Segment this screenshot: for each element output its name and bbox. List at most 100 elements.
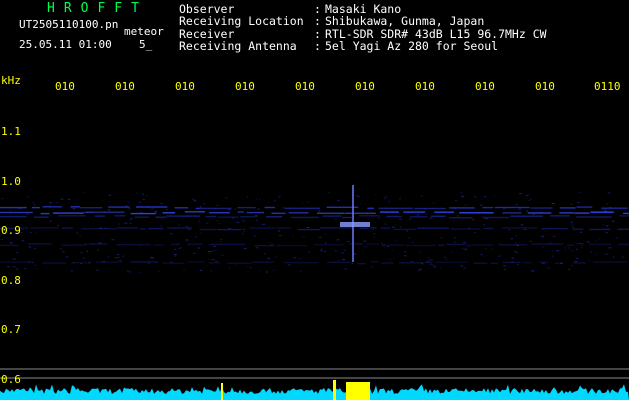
band-segment	[502, 227, 538, 229]
noise-speck	[427, 259, 430, 261]
noise-speck	[73, 202, 76, 204]
frequency-unit: kHz	[1, 74, 21, 87]
band-segment	[42, 206, 62, 208]
noise-speck	[528, 200, 530, 201]
noise-speck	[278, 196, 281, 198]
noise-speck	[515, 235, 517, 237]
noise-speck	[531, 270, 533, 272]
noise-speck	[301, 202, 303, 204]
noise-speck	[241, 233, 244, 235]
noise-speck	[59, 248, 63, 250]
noise-speck	[116, 254, 120, 256]
band-segment	[116, 243, 151, 246]
band-segment	[589, 243, 612, 245]
noise-speck	[337, 199, 340, 201]
antenna-separator: :	[314, 39, 321, 53]
band-segment	[288, 212, 309, 214]
noise-speck	[142, 193, 144, 195]
band-segment	[541, 228, 568, 230]
band-segment	[359, 215, 380, 217]
noise-speck	[197, 247, 201, 249]
noise-speck	[123, 223, 124, 225]
band-segment	[468, 244, 494, 246]
noise-speck	[343, 249, 346, 251]
band-segment	[95, 261, 123, 263]
band-segment	[576, 216, 612, 218]
noise-speck	[393, 258, 395, 260]
noise-speck	[594, 240, 597, 242]
noise-speck	[282, 207, 285, 209]
band-segment	[522, 262, 532, 264]
time-tick: 010	[475, 80, 495, 93]
noise-speck	[528, 194, 530, 196]
noise-speck	[491, 248, 493, 250]
noise-speck	[275, 256, 277, 258]
time-tick: 010	[235, 80, 255, 93]
band-segment	[531, 243, 564, 245]
noise-speck	[250, 262, 252, 264]
noise-speck	[218, 223, 221, 225]
noise-speck	[598, 238, 600, 240]
noise-speck	[603, 223, 605, 225]
noise-speck	[580, 231, 583, 233]
noise-speck	[317, 210, 321, 212]
time-tick: 010	[175, 80, 195, 93]
noise-speck	[195, 236, 197, 238]
band-segment	[590, 211, 614, 213]
noise-speck	[347, 241, 350, 243]
noise-speck	[216, 220, 219, 222]
band-segment	[349, 243, 363, 245]
noise-speck	[454, 200, 458, 202]
band-segment	[40, 212, 50, 215]
band-segment	[446, 243, 467, 245]
noise-speck	[433, 265, 436, 267]
band-segment	[199, 228, 217, 231]
noise-speck	[189, 228, 192, 230]
frequency-label: 1.1	[1, 125, 21, 138]
band-segment	[290, 216, 319, 219]
noise-speck	[601, 208, 603, 210]
signal-level-fill	[0, 384, 629, 400]
noise-speck	[124, 222, 128, 224]
noise-speck	[247, 196, 249, 198]
band-segment	[52, 212, 84, 214]
noise-speck	[130, 218, 133, 220]
meteor-count: 5_	[139, 38, 153, 51]
noise-speck	[409, 218, 412, 220]
band-segment	[436, 261, 468, 264]
band-segment	[30, 227, 59, 229]
noise-speck	[199, 269, 203, 271]
noise-speck	[320, 248, 323, 250]
band-segment	[617, 243, 629, 246]
band-segment	[254, 245, 275, 247]
band-segment	[135, 206, 168, 208]
meteor-label: meteor	[124, 25, 164, 38]
noise-speck	[182, 269, 186, 271]
band-segment	[174, 207, 189, 209]
band-segment	[449, 207, 475, 209]
noise-speck	[165, 209, 168, 211]
noise-speck	[406, 230, 408, 232]
noise-speck	[607, 192, 611, 194]
noise-speck	[24, 268, 26, 270]
noise-speck	[271, 243, 274, 245]
noise-speck	[49, 202, 53, 204]
band-segment	[186, 261, 206, 263]
band-segment	[490, 262, 498, 265]
noise-speck	[45, 268, 48, 270]
noise-speck	[391, 249, 393, 251]
band-segment	[317, 212, 345, 214]
band-segment	[530, 207, 553, 209]
noise-speck	[76, 231, 78, 233]
noise-speck	[417, 214, 420, 216]
noise-speck	[108, 194, 112, 196]
noise-speck	[517, 263, 519, 265]
noise-speck	[460, 192, 463, 193]
noise-speck	[60, 198, 63, 200]
noise-speck	[464, 204, 467, 206]
level-spike-small	[333, 380, 336, 400]
noise-speck	[572, 226, 574, 228]
noise-speck	[244, 248, 247, 249]
band-segment	[473, 262, 488, 264]
noise-speck	[575, 257, 579, 259]
